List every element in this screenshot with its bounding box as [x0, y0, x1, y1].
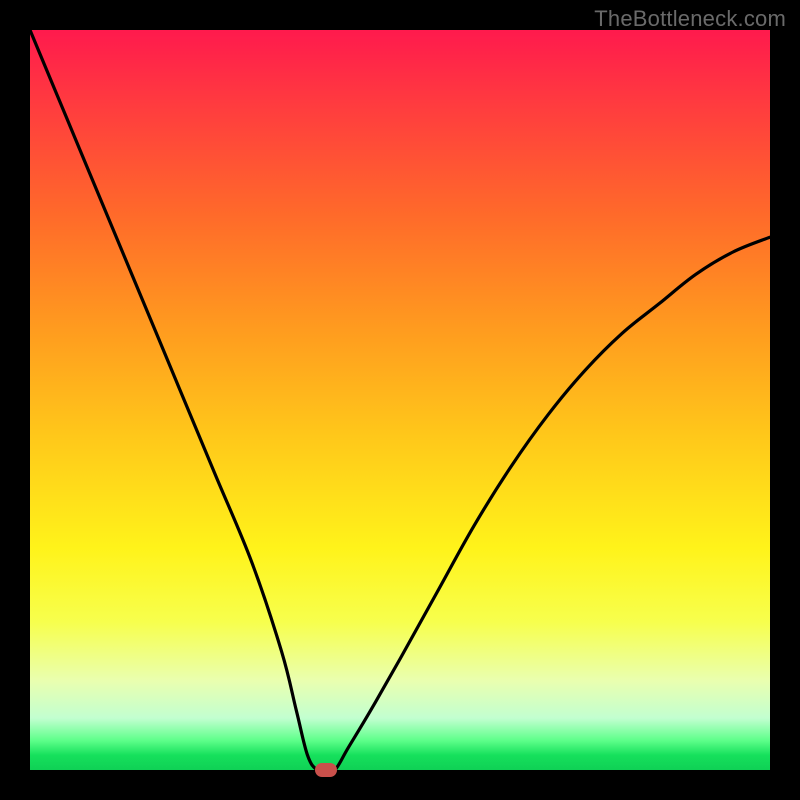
chart-frame: TheBottleneck.com — [0, 0, 800, 800]
bottleneck-curve — [30, 30, 770, 770]
valley-marker — [315, 763, 337, 777]
curve-path — [30, 30, 770, 772]
watermark-text: TheBottleneck.com — [594, 6, 786, 32]
